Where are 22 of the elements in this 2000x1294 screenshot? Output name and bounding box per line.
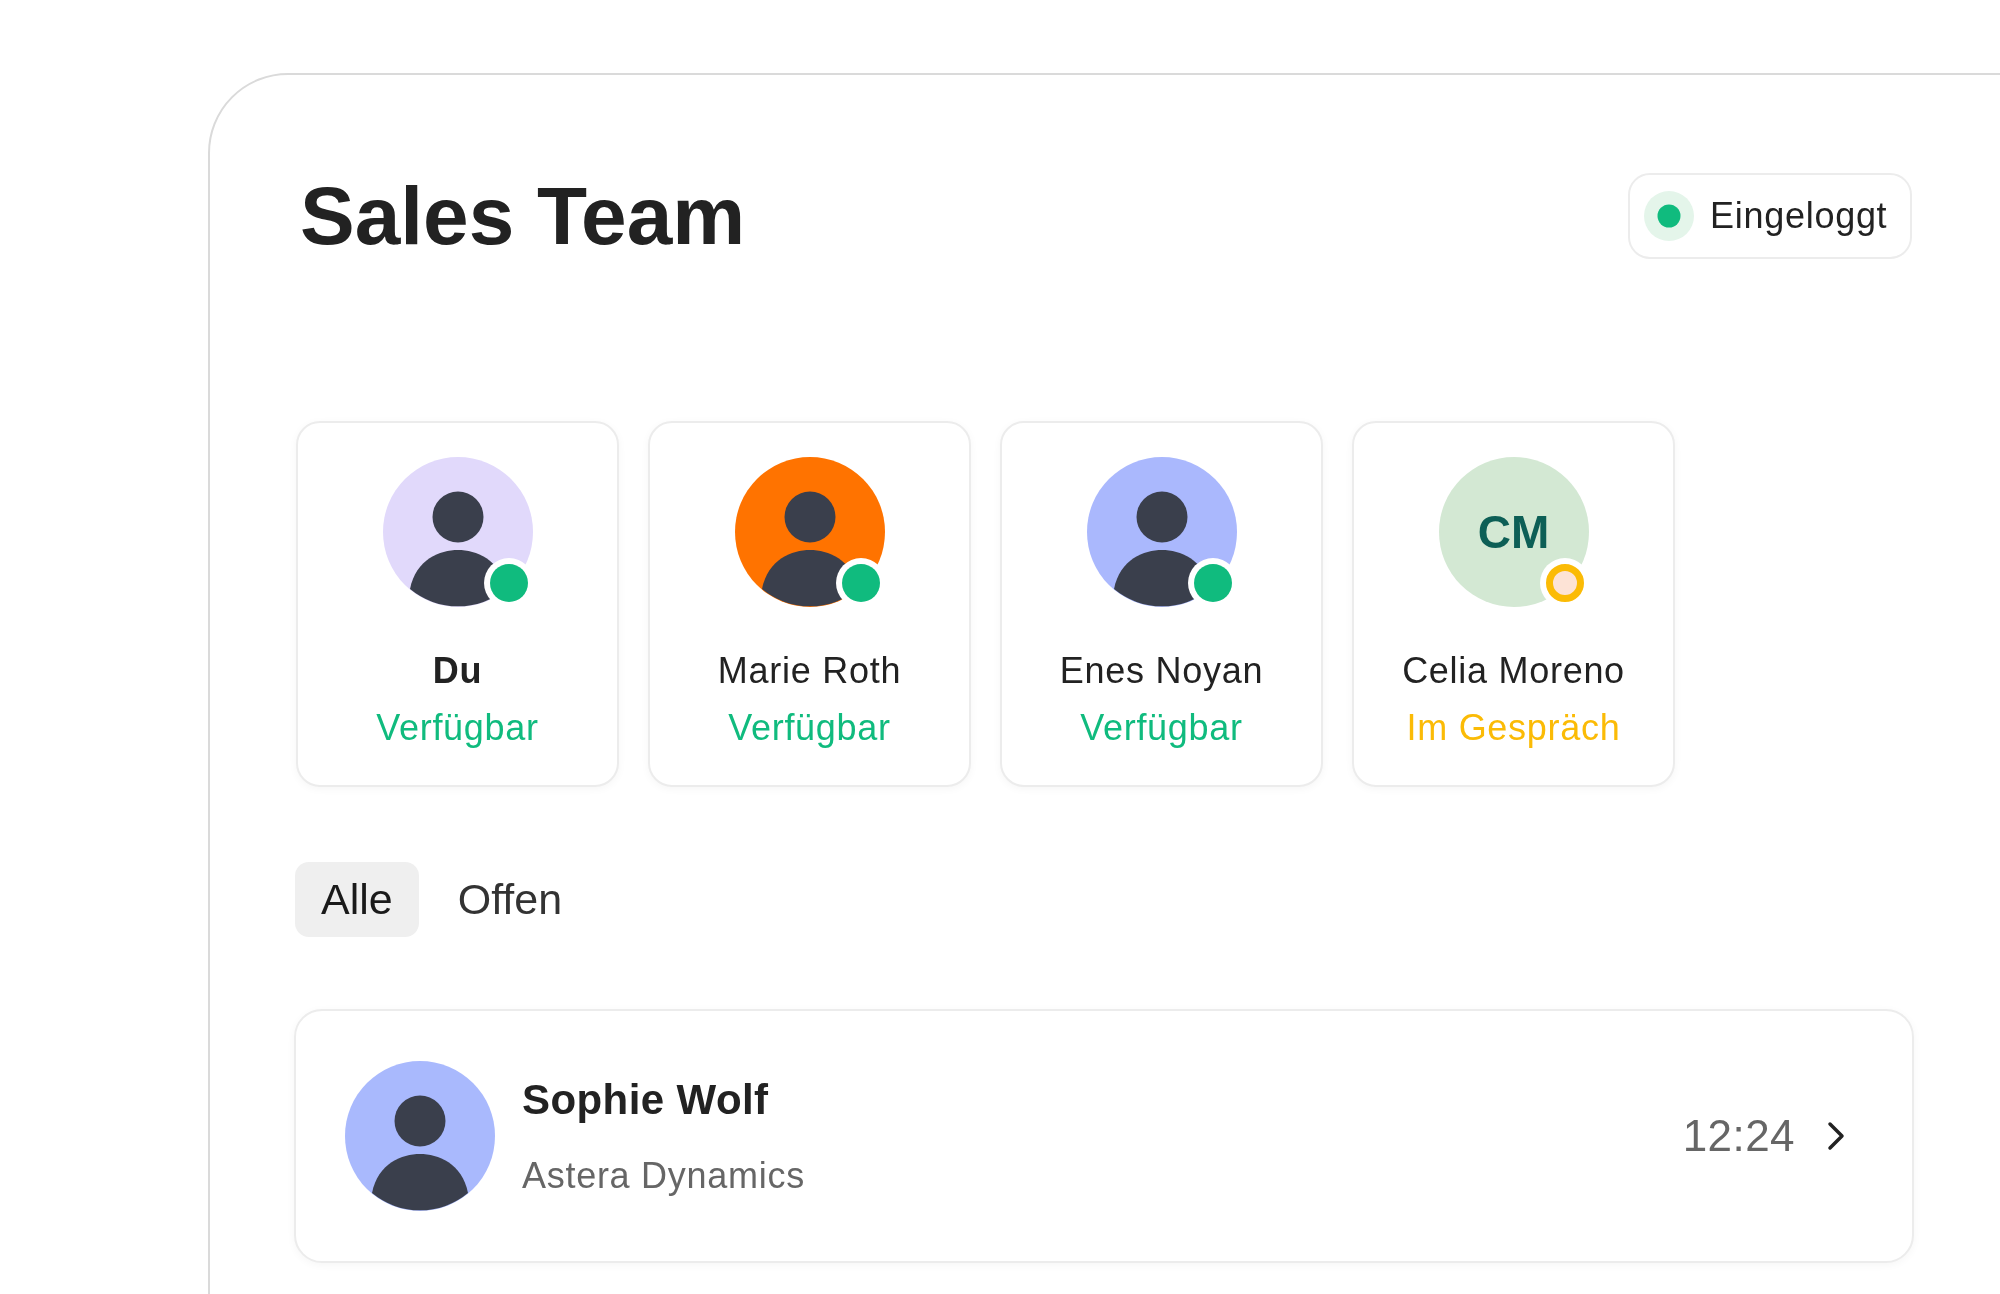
contact-name: Sophie Wolf bbox=[522, 1074, 770, 1125]
team-member-card[interactable]: CM Celia Moreno Im Gespräch bbox=[1352, 421, 1675, 787]
contact-company: Astera Dynamics bbox=[522, 1153, 805, 1198]
member-name: Marie Roth bbox=[717, 649, 902, 693]
filter-tab[interactable]: Alle bbox=[295, 862, 419, 937]
member-name: Enes Noyan bbox=[1059, 649, 1264, 693]
member-status: Verfügbar bbox=[1080, 706, 1243, 750]
conversation-time: 12:24 bbox=[1682, 1114, 1795, 1158]
presence-label: Eingeloggt bbox=[1710, 198, 1888, 234]
member-status: Im Gespräch bbox=[1406, 706, 1621, 750]
member-name: Celia Moreno bbox=[1402, 649, 1625, 693]
member-name: Du bbox=[432, 649, 483, 693]
chevron-right-icon bbox=[1827, 1121, 1845, 1151]
filter-tab[interactable]: Offen bbox=[431, 862, 589, 937]
page-title: Sales Team bbox=[300, 175, 746, 257]
member-status: Verfügbar bbox=[728, 706, 891, 750]
member-status: Verfügbar bbox=[376, 706, 539, 750]
conversation-row[interactable]: Sophie Wolf Astera Dynamics 12:24 bbox=[294, 1009, 1914, 1263]
team-member-card[interactable]: Du Verfügbar bbox=[296, 421, 619, 787]
team-member-card[interactable]: Enes Noyan Verfügbar bbox=[1000, 421, 1323, 787]
team-member-card[interactable]: Marie Roth Verfügbar bbox=[648, 421, 971, 787]
initials-avatar: CM bbox=[1438, 457, 1589, 607]
